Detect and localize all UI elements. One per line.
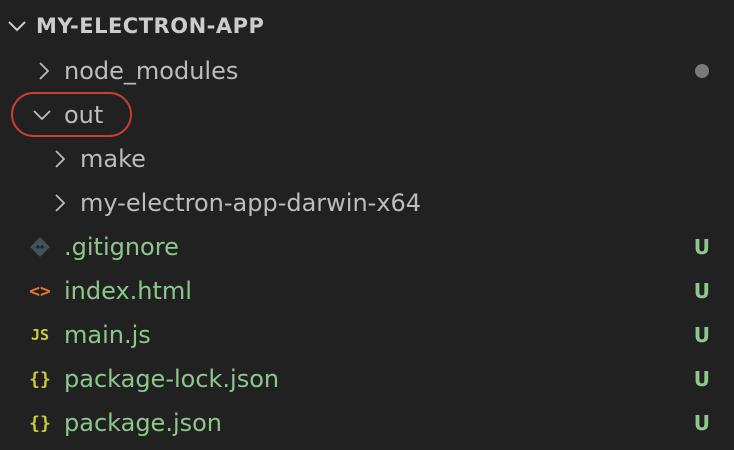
section-title: MY-ELECTRON-APP — [36, 14, 265, 38]
file-label: package-lock.json — [64, 365, 280, 393]
tree-file-package-json[interactable]: {} package.json U — [0, 401, 734, 445]
chevron-right-icon — [50, 149, 70, 169]
file-label: main.js — [64, 321, 151, 349]
tree-folder-node-modules[interactable]: node_modules — [0, 49, 734, 93]
git-status-untracked: U — [693, 279, 710, 303]
folder-label: my-electron-app-darwin-x64 — [80, 189, 422, 217]
tree-folder-out[interactable]: out — [0, 93, 734, 137]
folder-label: node_modules — [64, 57, 239, 85]
chevron-right-icon — [34, 61, 54, 81]
tree-file-index-html[interactable]: <> index.html U — [0, 269, 734, 313]
tree-folder-darwin-x64[interactable]: my-electron-app-darwin-x64 — [0, 181, 734, 225]
chevron-right-icon — [50, 193, 70, 213]
folder-label: make — [80, 145, 146, 173]
tree-file-gitignore[interactable]: .gitignore U — [0, 225, 734, 269]
file-label: index.html — [64, 277, 192, 305]
tree-file-main-js[interactable]: JS main.js U — [0, 313, 734, 357]
git-icon — [28, 235, 52, 259]
folder-label: out — [64, 101, 104, 129]
file-explorer: MY-ELECTRON-APP node_modules out make my… — [0, 0, 734, 450]
file-label: .gitignore — [64, 233, 179, 261]
git-status-untracked: U — [693, 323, 710, 347]
git-status-untracked: U — [693, 367, 710, 391]
file-label: package.json — [64, 409, 223, 437]
tree-file-package-lock-json[interactable]: {} package-lock.json U — [0, 357, 734, 401]
chevron-down-icon — [6, 15, 28, 37]
json-icon: {} — [29, 368, 51, 390]
chevron-down-icon — [32, 105, 52, 125]
git-status-untracked: U — [693, 411, 710, 435]
explorer-section-header[interactable]: MY-ELECTRON-APP — [0, 4, 734, 48]
html-icon: <> — [29, 280, 51, 302]
js-icon: JS — [30, 326, 50, 344]
git-status-untracked: U — [693, 235, 710, 259]
json-icon: {} — [29, 412, 51, 434]
tree-folder-make[interactable]: make — [0, 137, 734, 181]
modified-dot-badge — [695, 64, 709, 78]
